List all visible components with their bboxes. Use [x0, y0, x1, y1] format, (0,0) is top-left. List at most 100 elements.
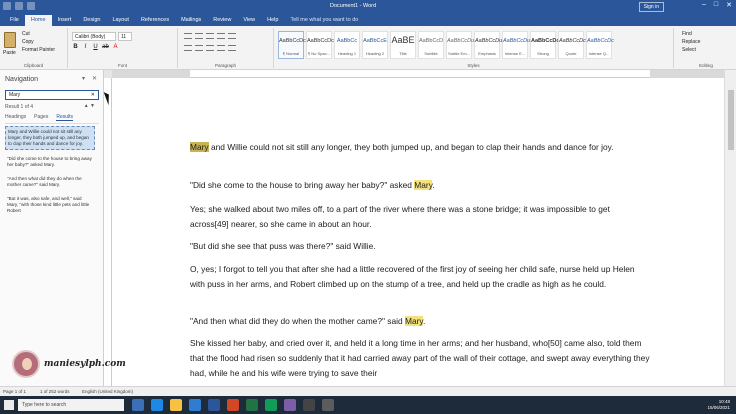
vertical-scrollbar[interactable] [724, 70, 736, 386]
tab-headings[interactable]: Headings [5, 114, 26, 121]
excel-icon[interactable] [246, 399, 258, 411]
tab-file[interactable]: File [4, 15, 25, 26]
increase-indent-icon[interactable] [228, 33, 236, 39]
style-intense-emphasis[interactable]: AaBbCcDu Intense E... [502, 31, 531, 59]
media-icon[interactable] [303, 399, 315, 411]
replace-button[interactable]: Replace [682, 39, 700, 45]
status-bar: Page 1 of 1 1 of 252 words English (Unit… [0, 386, 736, 396]
align-left-icon[interactable] [184, 45, 192, 51]
decrease-indent-icon[interactable] [217, 33, 225, 39]
search-result[interactable]: "Did she come to the house to bring away… [5, 154, 95, 170]
document-page[interactable]: Mary and Willie could not sit still any … [112, 78, 724, 386]
task-view-icon[interactable] [132, 399, 144, 411]
find-button[interactable]: Find [682, 31, 692, 37]
style-quote[interactable]: AaBbCcDc Quote [558, 31, 586, 59]
app-icon[interactable] [322, 399, 334, 411]
file-explorer-icon[interactable] [170, 399, 182, 411]
tab-design[interactable]: Design [77, 15, 106, 26]
style-sample: AaBbCcDu [447, 38, 475, 44]
navigation-search-input[interactable]: Mary ✕ [5, 90, 99, 100]
paste-icon[interactable] [4, 32, 16, 48]
style-sample: AaBbCcDu [503, 38, 531, 44]
tell-me-box[interactable]: Tell me what you want to do [284, 15, 364, 26]
tab-results[interactable]: Results [56, 114, 74, 121]
center-icon[interactable] [195, 45, 203, 51]
font-size-select[interactable]: 11 [118, 32, 132, 41]
previous-result-icon[interactable]: ▲ [84, 103, 89, 109]
style-title[interactable]: AaBE Title [390, 31, 416, 59]
cut-button[interactable]: Cut [22, 31, 30, 37]
word-icon[interactable] [208, 399, 220, 411]
tab-help[interactable]: Help [261, 15, 284, 26]
bullets-icon[interactable] [184, 33, 192, 39]
select-button[interactable]: Select [682, 47, 696, 53]
style-heading-1[interactable]: AaBbCc Heading 1 [334, 31, 360, 59]
tab-layout[interactable]: Layout [106, 15, 135, 26]
bold-button[interactable]: B [72, 44, 79, 50]
taskbar-search-input[interactable]: Type here to search [18, 399, 124, 411]
navigation-pane: Navigation ▾ ✕ Mary ✕ Result 1 of 4 ▲ ▼ … [0, 70, 104, 386]
close-icon[interactable]: ✕ [92, 75, 97, 82]
windows-start-icon[interactable] [4, 400, 14, 410]
tab-view[interactable]: View [237, 15, 261, 26]
search-result[interactable]: "But it was, also safe, and well," said … [5, 194, 95, 216]
search-highlight: Mary [405, 316, 423, 326]
line-spacing-icon[interactable] [228, 45, 236, 51]
page-count[interactable]: Page 1 of 1 [3, 389, 26, 394]
copy-button[interactable]: Copy [22, 39, 34, 45]
chevron-down-icon[interactable]: ▾ [82, 75, 85, 82]
numbering-icon[interactable] [195, 33, 203, 39]
tab-home[interactable]: Home [24, 15, 52, 26]
style-sample: AaBbCcDc [279, 38, 306, 44]
powerpoint-icon[interactable] [227, 399, 239, 411]
scrollbar-thumb[interactable] [728, 90, 734, 150]
sign-in-button[interactable]: Sign in [638, 2, 664, 12]
document-paragraph: She kissed her baby, and cried over it, … [190, 338, 650, 378]
next-result-icon[interactable]: ▼ [90, 103, 95, 109]
navigation-tabs: Headings Pages Results [5, 114, 99, 124]
tab-pages[interactable]: Pages [34, 114, 48, 121]
underline-button[interactable]: U [92, 44, 99, 50]
justify-icon[interactable] [217, 45, 225, 51]
tab-references[interactable]: References [135, 15, 175, 26]
onenote-icon[interactable] [284, 399, 296, 411]
language-indicator[interactable]: English (United Kingdom) [82, 389, 133, 394]
chrome-icon[interactable] [265, 399, 277, 411]
style-strong[interactable]: AaBbCcDc Strong [530, 31, 559, 59]
style-emphasis[interactable]: AaBbCcDu Emphasis [474, 31, 502, 59]
minimize-icon[interactable]: – [702, 1, 706, 9]
edge-icon[interactable] [151, 399, 163, 411]
align-buttons [184, 45, 236, 51]
style-sample: AaBbCcDc [587, 38, 614, 44]
redo-icon[interactable] [27, 2, 35, 10]
tab-mailings[interactable]: Mailings [175, 15, 207, 26]
strikethrough-button[interactable]: ab [102, 44, 109, 50]
horizontal-ruler [112, 70, 724, 78]
tab-review[interactable]: Review [207, 15, 237, 26]
undo-icon[interactable] [15, 2, 23, 10]
style-normal[interactable]: AaBbCcDc ¶ Normal [278, 31, 306, 59]
style-no-spacing[interactable]: AaBbCcDc ¶ No Spac... [306, 31, 334, 59]
close-icon[interactable]: ✕ [726, 1, 732, 9]
font-name-select[interactable]: Calibri (Body) [72, 32, 116, 41]
tab-insert[interactable]: Insert [52, 15, 78, 26]
word-count[interactable]: 1 of 252 words [40, 389, 70, 394]
format-painter-button[interactable]: Format Painter [22, 47, 55, 53]
store-icon[interactable] [189, 399, 201, 411]
maximize-icon[interactable]: □ [714, 1, 718, 9]
search-result[interactable]: "And then what did they do when the moth… [5, 174, 95, 190]
style-intense-quote[interactable]: AaBbCcDc Intense Q... [586, 31, 614, 59]
save-icon[interactable] [3, 2, 11, 10]
multilevel-icon[interactable] [206, 33, 214, 39]
align-right-icon[interactable] [206, 45, 214, 51]
clear-search-icon[interactable]: ✕ [91, 92, 95, 98]
style-subtitle[interactable]: AaBbCcD Subtitle [418, 31, 444, 59]
search-result[interactable]: Mary and Willie could not sit still any … [5, 126, 95, 150]
paste-button[interactable]: Paste [3, 50, 16, 56]
style-subtle-emphasis[interactable]: AaBbCcDu Subtle Em... [446, 31, 475, 59]
system-clock[interactable]: 10:48 15/06/2021 [707, 399, 730, 411]
style-heading-2[interactable]: AaBbCcE Heading 2 [362, 31, 388, 59]
group-label: Clipboard [23, 63, 44, 68]
italic-button[interactable]: I [82, 44, 89, 50]
font-color-button[interactable]: A [112, 44, 119, 50]
